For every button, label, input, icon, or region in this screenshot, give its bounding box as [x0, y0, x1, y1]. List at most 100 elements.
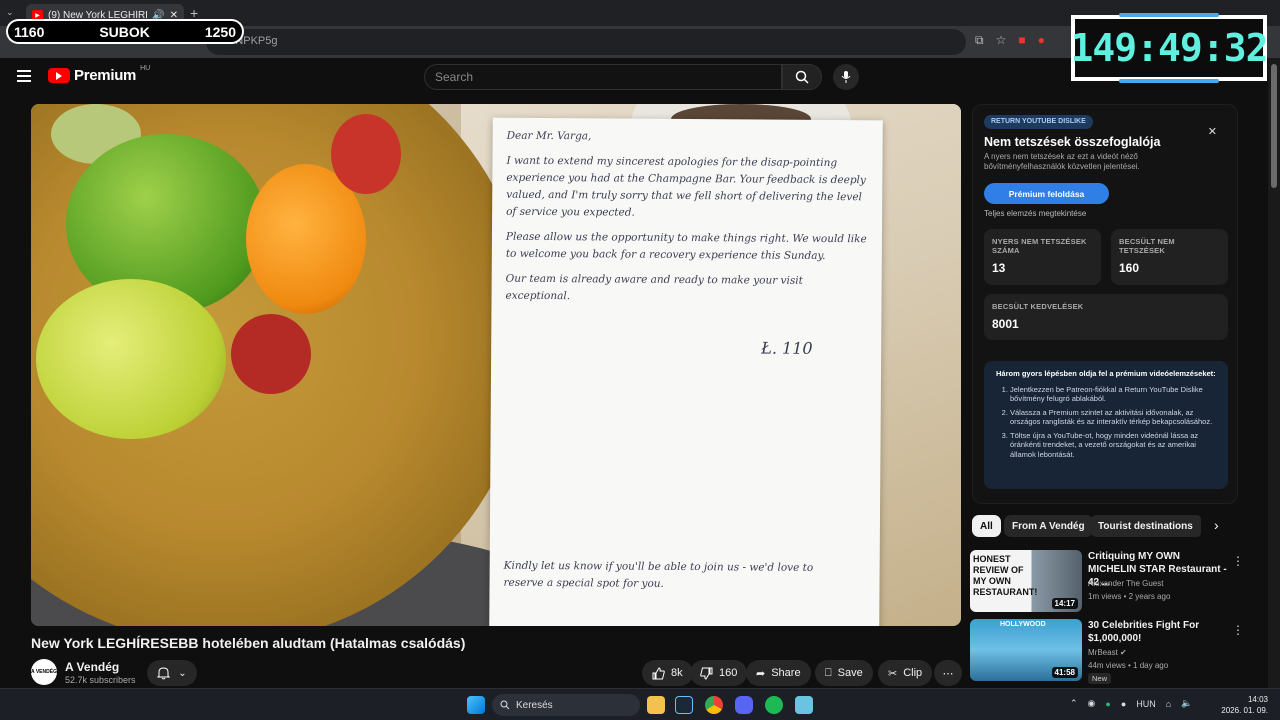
- chevron-up-icon[interactable]: ⌃: [1070, 698, 1078, 709]
- taskbar-search-label: Keresés: [516, 699, 553, 711]
- estimated-dislikes-card: BECSÜLT NEM TETSZÉSEK 160: [1111, 229, 1228, 285]
- steps-list: Jelentkezzen be Patreon-fiókkal a Return…: [996, 385, 1216, 460]
- taskbar-search[interactable]: Keresés: [492, 694, 640, 716]
- youtube-premium-logo[interactable]: Premium HU: [48, 65, 150, 84]
- thumbnail-text: HOLLYWOOD: [1000, 621, 1046, 628]
- chip-partial[interactable]: [1193, 515, 1201, 537]
- share-label: Share: [771, 667, 801, 679]
- timer-bottom-bar: [1119, 79, 1219, 83]
- chevron-down-icon: ⌄: [178, 667, 187, 679]
- recommendation-thumbnail[interactable]: HONEST REVIEW OF MY OWN RESTAURANT! 14:1…: [970, 550, 1082, 612]
- keyboard-language[interactable]: HUN: [1136, 699, 1156, 709]
- network-icon[interactable]: ⌂: [1166, 699, 1171, 709]
- notepad-icon[interactable]: [795, 696, 813, 714]
- save-playlist-icon: ⎕: [825, 666, 832, 679]
- chip-all[interactable]: All: [972, 515, 1001, 537]
- windows-taskbar: Keresés ⌃ ◉ ● ● HUN ⌂ 🔈 14:03 2026. 01. …: [0, 688, 1280, 720]
- tray-app-icon-2[interactable]: ●: [1105, 699, 1110, 709]
- extension-icon-2[interactable]: ●: [1038, 33, 1045, 48]
- estimated-dislikes-label: BECSÜLT NEM TETSZÉSEK: [1119, 237, 1175, 255]
- thumbnail-text: HONEST REVIEW OF MY OWN RESTAURANT!: [973, 554, 1038, 597]
- chip-tourist-destinations[interactable]: Tourist destinations: [1090, 515, 1201, 537]
- chrome-icon[interactable]: [705, 696, 723, 714]
- logo-wordmark: Premium: [74, 67, 137, 84]
- more-vert-icon[interactable]: ⋮: [1232, 623, 1244, 637]
- sub-count-goal: 1250: [204, 23, 236, 40]
- windows-start-icon[interactable]: [467, 696, 485, 714]
- dislike-count: 160: [719, 667, 738, 679]
- clock-date: 2026. 01. 09.: [1221, 706, 1268, 715]
- tray-app-icon-3[interactable]: ●: [1121, 699, 1126, 709]
- handwritten-letter: Dear Mr. Varga, I want to extend my sinc…: [489, 117, 883, 626]
- voice-search-button[interactable]: [833, 64, 859, 90]
- bookmark-star-icon[interactable]: ☆: [996, 33, 1007, 48]
- more-actions-button[interactable]: ⋯: [934, 660, 962, 686]
- strawberry-image: [331, 114, 401, 194]
- recommendation-thumbnail[interactable]: HOLLYWOOD 41:58: [970, 619, 1082, 681]
- sub-count-current: 1160: [14, 23, 45, 40]
- letter-paragraph-2: Please allow us the opportunity to make …: [505, 230, 867, 262]
- search-input[interactable]: Search: [424, 64, 782, 90]
- clip-label: Clip: [903, 667, 923, 679]
- full-analysis-link[interactable]: Teljes elemzés megtekintése: [984, 209, 1086, 218]
- recommendation-meta: 1m views • 2 years ago: [1088, 592, 1171, 601]
- recommendation-item[interactable]: HONEST REVIEW OF MY OWN RESTAURANT! 14:1…: [970, 550, 1245, 614]
- more-vert-icon[interactable]: ⋮: [1232, 554, 1244, 568]
- clip-button[interactable]: ✂ Clip: [878, 660, 933, 686]
- menu-icon[interactable]: [17, 70, 31, 82]
- chevron-right-icon[interactable]: ›: [1214, 517, 1219, 533]
- raw-dislikes-value: 13: [992, 261, 1006, 275]
- estimated-likes-value: 8001: [992, 317, 1019, 331]
- strawberry-image-2: [231, 314, 311, 394]
- file-explorer-icon[interactable]: [647, 696, 665, 714]
- chip-from-channel[interactable]: From A Vendég: [1004, 515, 1093, 537]
- video-player[interactable]: Dear Mr. Varga, I want to extend my sinc…: [31, 104, 961, 626]
- channel-label: MrBeast: [1088, 648, 1118, 657]
- video-title: New York LEGHÍRESEBB hotelében aludtam (…: [31, 635, 466, 651]
- search-placeholder: Search: [435, 70, 474, 84]
- like-count: 8k: [671, 667, 683, 679]
- taskbar-clock[interactable]: 14:03 2026. 01. 09.: [1218, 694, 1268, 716]
- video-duration: 14:17: [1051, 598, 1078, 609]
- subscriber-count: 52.7k subscribers: [65, 675, 136, 685]
- channel-name[interactable]: A Vendég: [65, 660, 119, 674]
- install-app-icon[interactable]: ⧉: [975, 33, 984, 48]
- like-button[interactable]: 8k: [642, 660, 693, 686]
- volume-icon[interactable]: 🔈: [1181, 698, 1192, 709]
- steam-icon[interactable]: [675, 696, 693, 714]
- premium-steps-box: Három gyors lépésben oldja fel a prémium…: [984, 361, 1228, 489]
- spotify-icon[interactable]: [765, 696, 783, 714]
- subscription-bell-button[interactable]: ⌄: [147, 660, 197, 686]
- panel-close-icon[interactable]: ✕: [1208, 125, 1217, 138]
- stream-timer-overlay: 149:49:32: [1071, 13, 1268, 83]
- thumbs-up-icon: [652, 666, 665, 679]
- panel-title: Nem tetszések összefoglalója: [984, 135, 1161, 149]
- letter-paragraph-1: I want to extend my sincerest apologies …: [506, 154, 866, 219]
- search-icon: [500, 700, 510, 710]
- address-bar[interactable]: ...3NPKP5g: [206, 29, 966, 55]
- new-badge: New: [1088, 673, 1112, 684]
- letter-greeting: Dear Mr. Varga,: [506, 129, 592, 143]
- dislike-button[interactable]: 160: [690, 660, 748, 686]
- unlock-premium-button[interactable]: Prémium feloldása: [984, 183, 1109, 204]
- timer-top-bar: [1119, 13, 1219, 17]
- subscriber-counter-overlay: 1160 SUBOK 1250: [6, 19, 244, 44]
- panel-badge: RETURN YOUTUBE DISLIKE: [984, 115, 1093, 129]
- estimated-likes-card: BECSÜLT KEDVELÉSEK 8001: [984, 294, 1228, 340]
- discord-icon[interactable]: [735, 696, 753, 714]
- recommendation-item[interactable]: HOLLYWOOD 41:58 30 Celebrities Fight For…: [970, 619, 1245, 684]
- step-2: Válassza a Premium szintet az aktivitási…: [1010, 408, 1216, 427]
- extension-icon[interactable]: ■: [1018, 33, 1025, 48]
- tray-app-icon[interactable]: ◉: [1088, 698, 1096, 709]
- share-button[interactable]: ➦ Share: [746, 660, 811, 686]
- sub-count-label: SUBOK: [99, 23, 150, 40]
- step-3: Töltse újra a YouTube-ot, hogy minden vi…: [1010, 431, 1216, 460]
- raw-dislikes-label: NYERS NEM TETSZÉSEK SZÁMA: [992, 237, 1087, 255]
- bell-icon: [157, 667, 171, 680]
- scrollbar-thumb[interactable]: [1271, 64, 1277, 188]
- save-button[interactable]: ⎕ Save: [815, 660, 873, 686]
- search-button[interactable]: [782, 64, 822, 90]
- page-scrollbar[interactable]: [1268, 58, 1280, 688]
- tab-search-icon[interactable]: ⌄: [6, 7, 14, 18]
- channel-avatar[interactable]: A VENDÉG: [31, 659, 57, 685]
